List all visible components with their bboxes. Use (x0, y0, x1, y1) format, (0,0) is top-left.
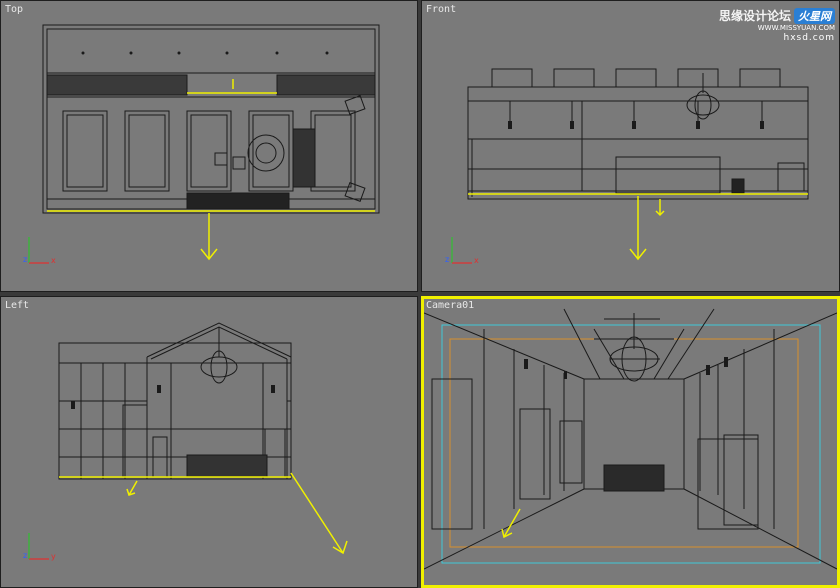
axis-label-x: x (474, 256, 479, 265)
front-view-wireframe (451, 68, 809, 264)
camera-view-wireframe (424, 308, 837, 570)
left-view-wireframe (28, 322, 348, 560)
viewport-top[interactable]: Top z x (0, 0, 418, 292)
axis-tripod-front (451, 237, 472, 264)
axis-label-z: z (23, 255, 28, 264)
viewport-label-top[interactable]: Top (5, 4, 23, 15)
viewport-front[interactable]: Front 思缘设计论坛 火星网 WWW.MISSYUAN.COM hxsd.co… (421, 0, 840, 292)
viewport-left[interactable]: Left z y (0, 296, 418, 588)
watermark: 思缘设计论坛 火星网 WWW.MISSYUAN.COM hxsd.com (719, 5, 835, 43)
watermark-chinese: 思缘设计论坛 (718, 9, 791, 23)
safe-frame-outer (441, 324, 821, 564)
axis-label-z: z (445, 255, 450, 264)
watermark-site: hxsd.com (783, 33, 835, 43)
axis-tripod-left (28, 533, 49, 560)
axis-label-y: y (51, 552, 56, 561)
watermark-site-small: WWW.MISSYUAN.COM (757, 24, 835, 32)
viewport-label-camera[interactable]: Camera01 (426, 300, 474, 311)
axis-label-x: x (51, 256, 56, 265)
watermark-logo: 火星网 (794, 8, 835, 24)
axis-tripod-top (28, 237, 49, 264)
viewport-label-front[interactable]: Front (426, 4, 456, 15)
top-view-wireframe (28, 24, 380, 264)
viewport-label-left[interactable]: Left (5, 300, 29, 311)
viewport-camera[interactable]: Camera01 (421, 296, 840, 588)
axis-label-z: z (23, 551, 28, 560)
